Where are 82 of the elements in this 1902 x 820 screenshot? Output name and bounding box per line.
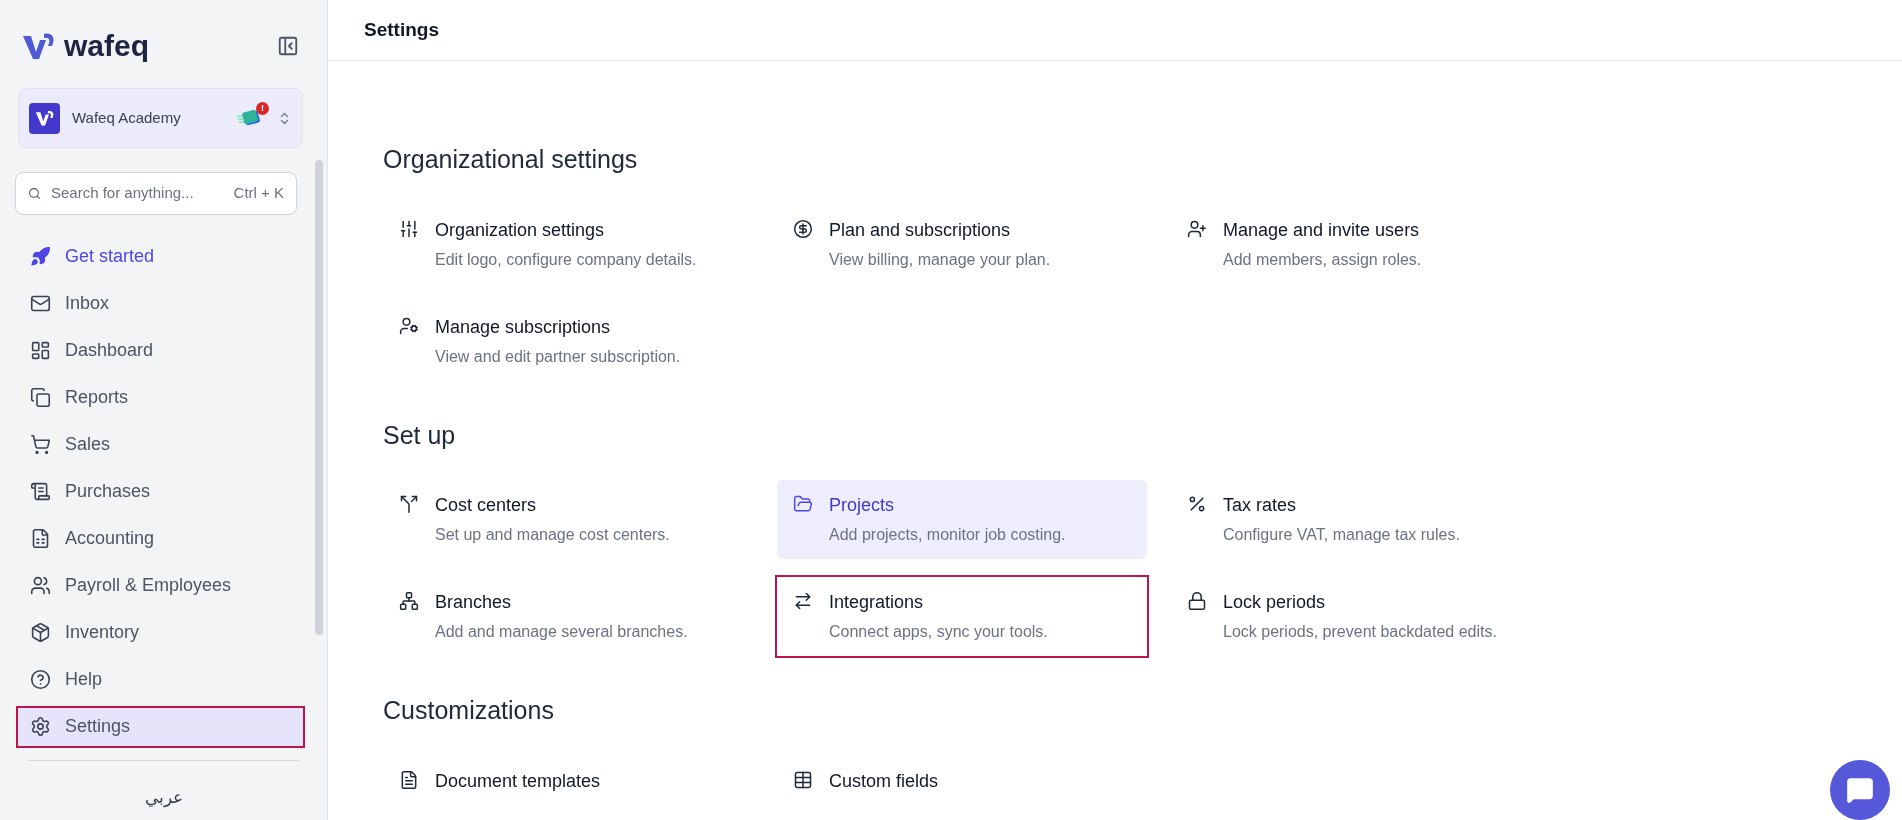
card-description: Lock periods, prevent backdated edits. (1223, 622, 1497, 642)
sidebar-item[interactable]: Reports (18, 378, 309, 417)
card-title: Plan and subscriptions (829, 218, 1012, 242)
page-title: Settings (364, 17, 439, 42)
search-input[interactable]: Search for anything... (51, 182, 224, 205)
card-description: Configure VAT, manage tax rules. (1223, 525, 1460, 545)
logo-icon (22, 32, 56, 60)
arrows-icon (793, 591, 813, 611)
sliders-icon (399, 218, 419, 239)
card-description: View billing, manage your plan. (829, 249, 1051, 270)
language-link[interactable]: عربي (144, 785, 183, 811)
card-description: Add projects, monitor job costing. (829, 525, 1066, 545)
section-heading: Customizations (383, 695, 555, 726)
box-icon (30, 622, 51, 643)
sidebar-item[interactable]: Sales (18, 425, 309, 464)
settings-card[interactable]: Projects Add projects, monitor job costing. (777, 480, 1147, 559)
card-title: Cost centers (435, 494, 538, 517)
card-description: Add members, assign roles. (1223, 249, 1422, 270)
collapse-sidebar-button[interactable] (277, 35, 299, 57)
organization-logo-icon (29, 102, 60, 134)
card-description: Edit logo, configure company details. (435, 249, 697, 270)
section-heading: Organizational settings (383, 144, 639, 175)
sidebar-item[interactable]: Accounting (18, 519, 309, 558)
settings-card[interactable]: Manage subscriptions View and edit partner subscription. (383, 301, 753, 381)
document-icon (399, 769, 419, 790)
sidebar-item[interactable]: Payroll & Employees (18, 566, 309, 605)
table-icon (793, 769, 813, 790)
dashboard-icon (30, 340, 51, 361)
receipt-icon (30, 481, 51, 502)
card-title: Manage and invite users (1223, 218, 1421, 242)
settings-card[interactable]: Tax rates Configure VAT, manage tax rules. (1171, 480, 1541, 559)
card-title: Custom fields (829, 769, 939, 793)
card-description: Add and manage several branches. (435, 622, 688, 642)
settings-card[interactable]: Document templates (383, 755, 753, 807)
spreadsheet-icon (30, 528, 51, 549)
settings-icon (30, 716, 51, 737)
sidebar-item[interactable]: Dashboard (18, 331, 309, 370)
sidebar-item[interactable]: Inbox (18, 284, 309, 323)
dollar-circle-icon (793, 218, 813, 239)
card-title: Projects (829, 494, 896, 517)
sidebar-item[interactable]: Help (18, 660, 309, 699)
chat-button[interactable] (1830, 760, 1890, 820)
settings-card[interactable]: Cost centers Set up and manage cost centers. (383, 480, 753, 559)
pages-icon (30, 387, 51, 408)
card-title: Branches (435, 591, 513, 614)
card-title: Manage subscriptions (435, 315, 612, 339)
settings-card[interactable]: Branches Add and manage several branches. (383, 577, 753, 656)
chat-bubble-icon (1846, 776, 1874, 804)
percent-icon (1187, 494, 1207, 514)
shortcut-hint: Ctrl + K (233, 183, 284, 204)
card-title: Integrations (829, 591, 925, 614)
folder-icon (793, 494, 813, 514)
search-icon (28, 187, 41, 200)
settings-card[interactable]: Manage and invite users Add members, assign roles. (1171, 204, 1541, 284)
settings-card[interactable]: Lock periods Lock periods, prevent backdated edits. (1171, 577, 1541, 656)
help-icon (30, 669, 51, 690)
sidebar-item[interactable]: Settings (18, 707, 303, 746)
sidebar-item[interactable]: Inventory (18, 613, 309, 652)
logo-text: wafeq (64, 31, 150, 61)
card-title: Tax rates (1223, 494, 1298, 517)
user-plus-icon (1187, 218, 1207, 239)
card-description: Set up and manage cost centers. (435, 525, 670, 545)
settings-card[interactable]: Custom fields (777, 755, 1147, 807)
envelope-icon (30, 293, 51, 314)
search-field[interactable]: Search for anything... Ctrl + K (15, 172, 297, 215)
branch-icon (399, 591, 419, 611)
alert-badge: ! (256, 102, 269, 115)
settings-card[interactable]: Organization settings Edit logo, configure company details. (383, 204, 753, 284)
rocket-icon (30, 246, 51, 267)
card-title: Organization settings (435, 218, 606, 242)
card-description: View and edit partner subscription. (435, 346, 681, 367)
cart-icon (30, 434, 51, 455)
card-title: Document templates (435, 769, 601, 793)
lock-icon (1187, 591, 1207, 611)
settings-card[interactable]: Integrations Connect apps, sync your tools. (777, 577, 1147, 656)
card-description: Connect apps, sync your tools. (829, 622, 1048, 642)
settings-card[interactable]: Plan and subscriptions View billing, manage your plan. (777, 204, 1147, 284)
section-heading: Set up (383, 419, 457, 451)
card-title: Lock periods (1223, 591, 1327, 614)
sidebar-item[interactable]: Get started (18, 237, 309, 276)
sidebar-item[interactable]: Purchases (18, 472, 309, 511)
organization-switcher[interactable]: Wafeq Academy ! (18, 88, 303, 148)
